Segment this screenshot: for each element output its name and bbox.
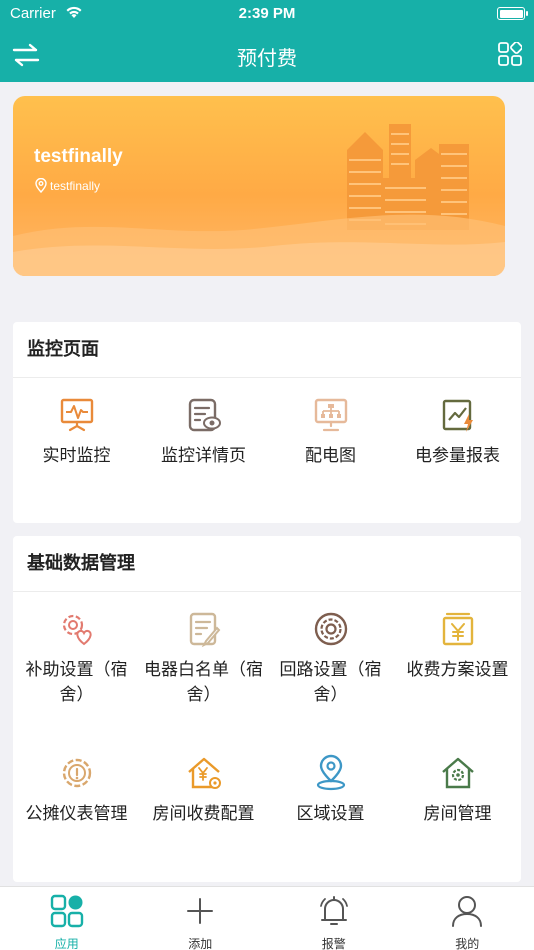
tab-label: 添加 (188, 937, 213, 950)
tab-add[interactable]: 添加 (134, 887, 268, 950)
monitor-item-label: 监控详情页 (161, 446, 246, 466)
monitor-item-detail[interactable]: 监控详情页 (140, 396, 267, 469)
navbar: 预付费 (0, 28, 534, 82)
status-bar: Carrier 2:39 PM (0, 0, 534, 28)
monitor-item-diagram[interactable]: 配电图 (267, 396, 394, 469)
tab-label: 报警 (321, 937, 346, 950)
yuan-box-icon (442, 612, 473, 646)
bell-icon (319, 896, 348, 925)
tab-me[interactable]: 我的 (401, 887, 534, 950)
basic-item-room-manage[interactable]: 房间管理 (394, 754, 521, 827)
basic-item-label: 回路设置（宿舍） (279, 660, 382, 705)
distribution-diagram-icon (314, 398, 347, 432)
monitor-section: 监控页面 实时监控 监控详情页 配电图 电参量报表 (13, 322, 521, 523)
location-pin-icon (35, 177, 47, 194)
document-eye-icon (188, 398, 221, 432)
basic-item-label: 收费方案设置 (406, 660, 509, 680)
monitor-item-realtime[interactable]: 实时监控 (13, 396, 140, 469)
monitor-item-report[interactable]: 电参量报表 (394, 396, 521, 469)
basic-item-label: 补助设置（宿舍） (25, 660, 128, 705)
grid-icon[interactable] (498, 42, 522, 66)
monitor-item-label: 实时监控 (42, 446, 111, 466)
tab-label: 我的 (455, 937, 480, 950)
apps-icon (50, 894, 83, 928)
basic-data-section: 基础数据管理 补助设置（宿舍） 电器白名单（宿舍） 回路设置（宿舍） 收费方案设… (13, 536, 521, 882)
note-pencil-icon (189, 612, 220, 648)
battery-icon (497, 7, 528, 20)
basic-item-label: 房间管理 (423, 804, 492, 824)
basic-item-label: 电器白名单（宿舍） (144, 660, 263, 705)
monitor-screen-icon (60, 398, 93, 432)
basic-data-section-title: 基础数据管理 (13, 536, 521, 592)
circuit-ring-icon (314, 612, 347, 646)
basic-item-label: 区域设置 (296, 804, 365, 824)
basic-item-label: 房间收费配置 (152, 804, 255, 824)
gear-heart-icon (62, 614, 92, 646)
tab-apps[interactable]: 应用 (0, 887, 134, 950)
basic-item-circuit[interactable]: 回路设置（宿舍） (267, 610, 394, 708)
tab-label: 应用 (54, 937, 79, 950)
monitor-item-label: 电参量报表 (415, 446, 500, 466)
basic-item-fee-plan[interactable]: 收费方案设置 (394, 610, 521, 683)
gear-info-icon (62, 758, 91, 788)
house-yuan-icon (187, 757, 221, 789)
project-banner[interactable]: testfinally testfinally (13, 96, 505, 276)
report-chart-icon (442, 399, 473, 432)
basic-item-label: 公摊仪表管理 (25, 804, 128, 824)
plus-icon (187, 898, 214, 924)
project-location-text: testfinally (50, 179, 101, 193)
user-icon (452, 896, 483, 927)
house-gear-icon (441, 757, 474, 789)
monitor-section-title: 监控页面 (13, 322, 521, 378)
project-name: testfinally (34, 146, 123, 167)
status-time: 2:39 PM (238, 5, 296, 22)
tab-bar: 应用 添加 报警 我的 (0, 886, 534, 950)
basic-item-shared-meter[interactable]: 公摊仪表管理 (13, 754, 140, 827)
location-pin-icon (316, 754, 345, 791)
project-location: testfinally (35, 177, 101, 194)
basic-item-room-fee[interactable]: 房间收费配置 (140, 754, 267, 827)
monitor-item-label: 配电图 (305, 446, 356, 466)
basic-item-subsidy[interactable]: 补助设置（宿舍） (13, 610, 140, 708)
basic-item-whitelist[interactable]: 电器白名单（宿舍） (140, 610, 267, 708)
page-title: 预付费 (237, 46, 297, 70)
banner-waves (13, 214, 505, 276)
tab-alarm[interactable]: 报警 (267, 887, 401, 950)
basic-item-area[interactable]: 区域设置 (267, 754, 394, 827)
